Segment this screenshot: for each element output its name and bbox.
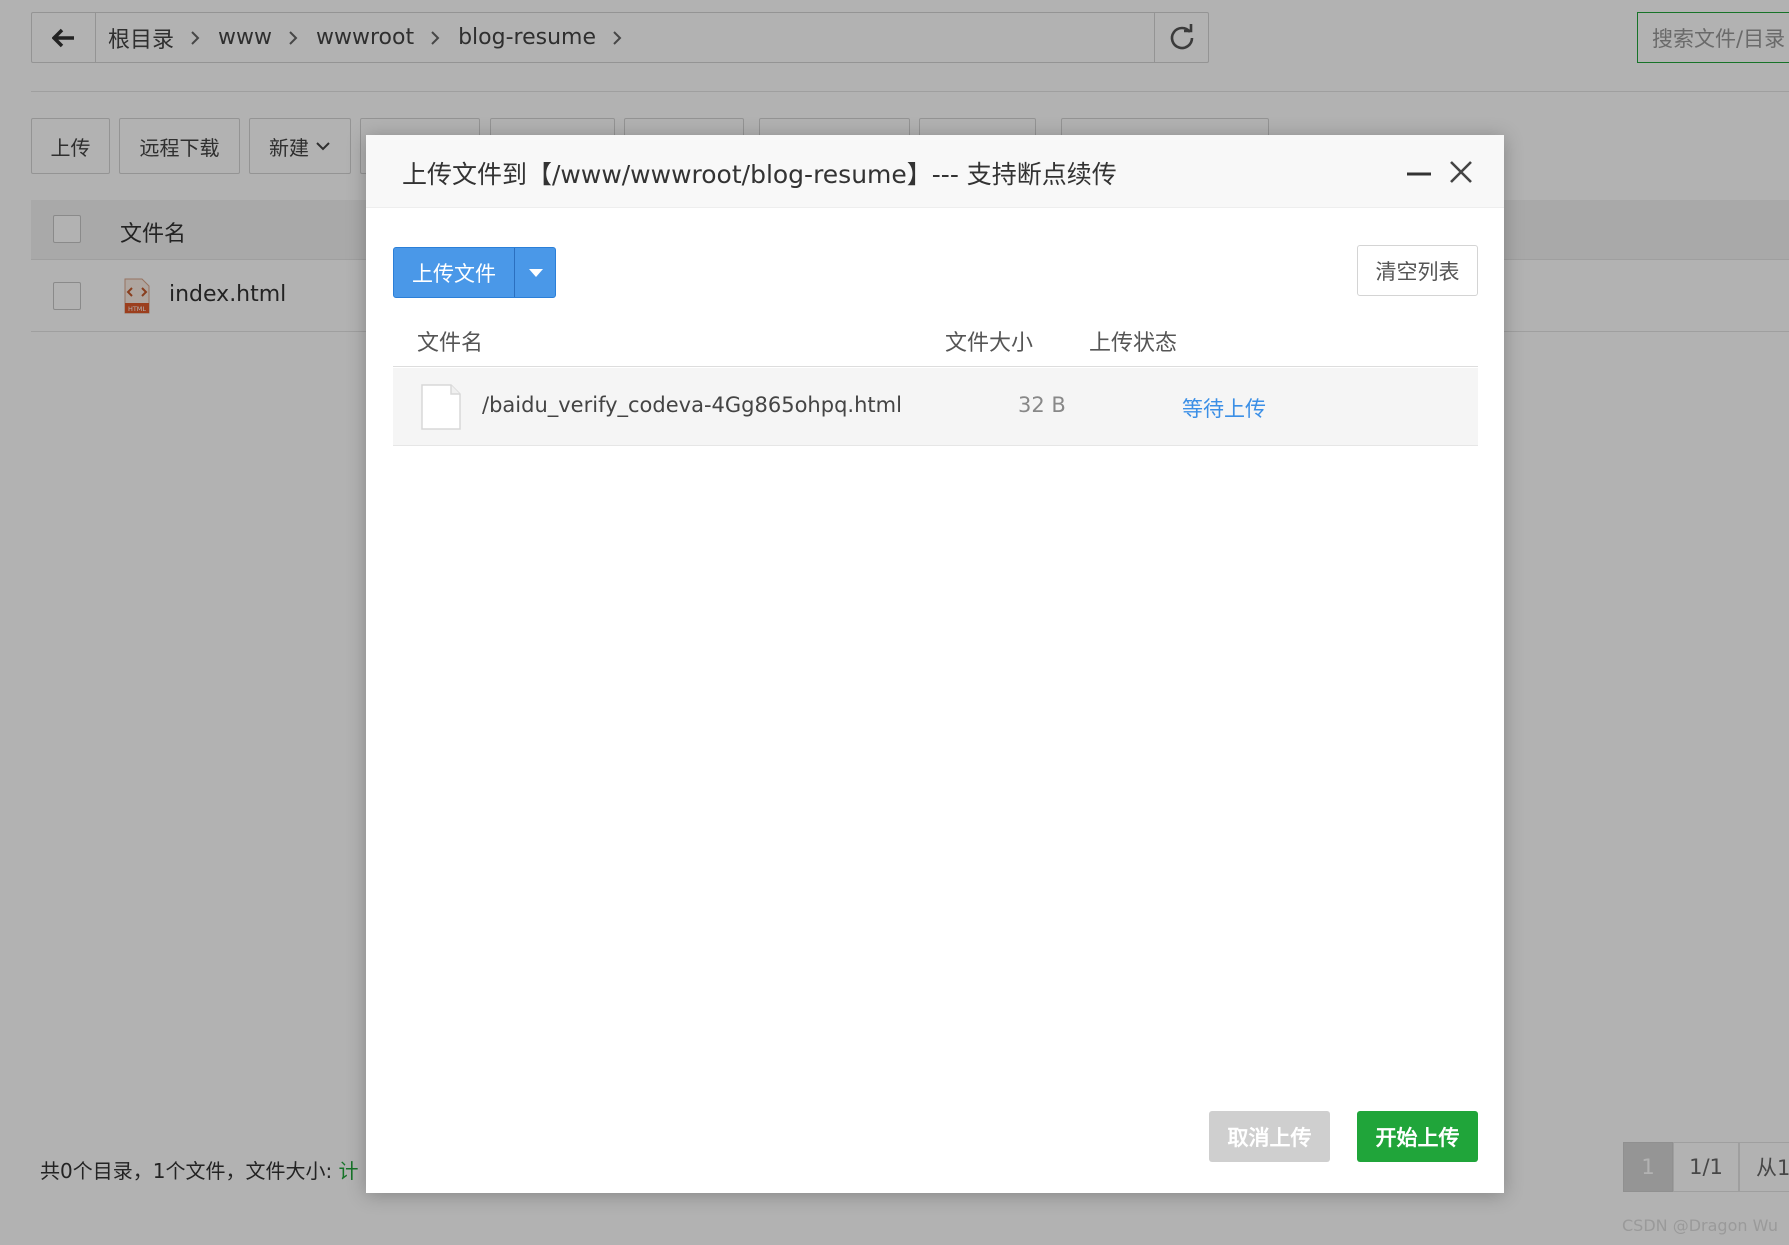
- upload-file-button[interactable]: 上传文件: [394, 248, 514, 297]
- upload-file-name: /baidu_verify_codeva-4Gg865ohpq.html: [482, 393, 902, 417]
- upload-table-header: 文件名 文件大小 上传状态: [393, 313, 1478, 367]
- close-icon[interactable]: [1446, 157, 1476, 187]
- column-header-size: 文件大小: [945, 331, 1034, 356]
- upload-file-size: 32 B: [1018, 393, 1066, 417]
- clear-list-button-label: 清空列表: [1375, 259, 1460, 284]
- upload-file-button-label: 上传文件: [412, 261, 496, 286]
- upload-options-dropdown[interactable]: [515, 248, 555, 297]
- dialog-title: 上传文件到【/www/wwwroot/blog-resume】--- 支持断点续…: [402, 160, 1117, 189]
- column-header-status: 上传状态: [1089, 331, 1178, 356]
- dialog-header: 上传文件到【/www/wwwroot/blog-resume】--- 支持断点续…: [366, 135, 1504, 208]
- document-icon: [421, 384, 461, 430]
- upload-status: 等待上传: [1182, 397, 1266, 421]
- upload-file-row: /baidu_verify_codeva-4Gg865ohpq.html 32 …: [393, 368, 1478, 446]
- minimize-icon[interactable]: [1404, 157, 1434, 187]
- start-upload-button[interactable]: 开始上传: [1357, 1111, 1478, 1162]
- column-header-filename: 文件名: [417, 331, 484, 356]
- cancel-upload-button[interactable]: 取消上传: [1209, 1111, 1330, 1162]
- cancel-upload-button-label: 取消上传: [1227, 1125, 1312, 1150]
- upload-file-button-group: 上传文件: [393, 247, 556, 298]
- clear-list-button[interactable]: 清空列表: [1357, 245, 1478, 296]
- start-upload-button-label: 开始上传: [1375, 1125, 1460, 1150]
- caret-down-icon: [528, 268, 543, 277]
- upload-dialog: 上传文件到【/www/wwwroot/blog-resume】--- 支持断点续…: [366, 135, 1504, 1193]
